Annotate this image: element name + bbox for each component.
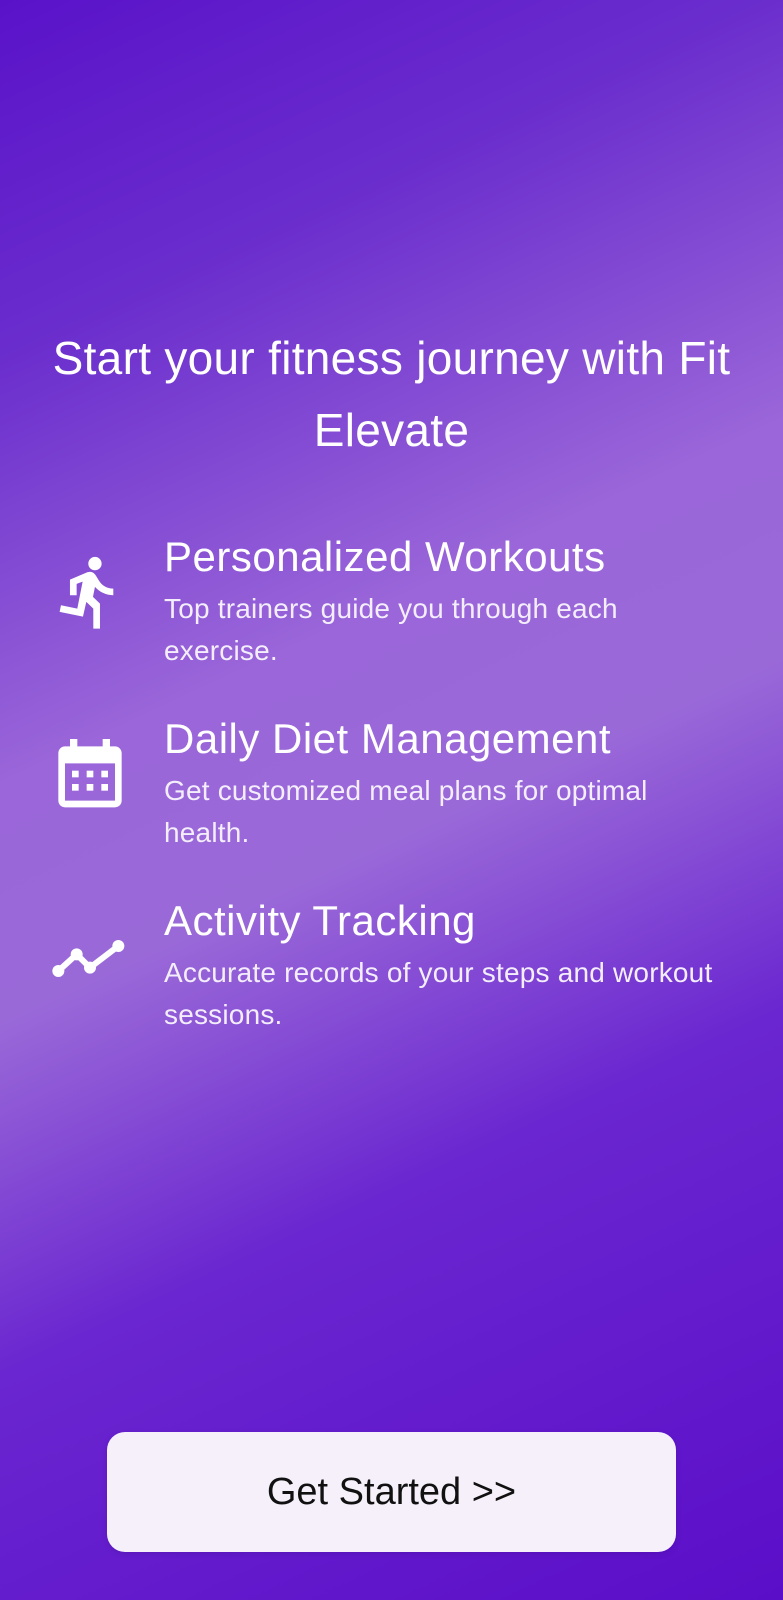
feature-title: Personalized Workouts — [164, 533, 606, 580]
feature-title: Daily Diet Management — [164, 715, 612, 762]
feature-title: Activity Tracking — [164, 897, 476, 944]
running-person-icon — [50, 552, 130, 632]
onboarding-screen: Start your fitness journey with Fit Elev… — [0, 0, 783, 1600]
trending-line-icon — [50, 916, 130, 996]
page-headline: Start your fitness journey with Fit Elev… — [52, 332, 731, 456]
calendar-icon — [50, 734, 130, 814]
feature-description: Accurate records of your steps and worko… — [164, 957, 713, 1030]
get-started-button[interactable]: Get Started >> — [107, 1432, 676, 1552]
feature-description: Top trainers guide you through each exer… — [164, 593, 618, 666]
feature-description: Get customized meal plans for optimal he… — [164, 775, 648, 848]
